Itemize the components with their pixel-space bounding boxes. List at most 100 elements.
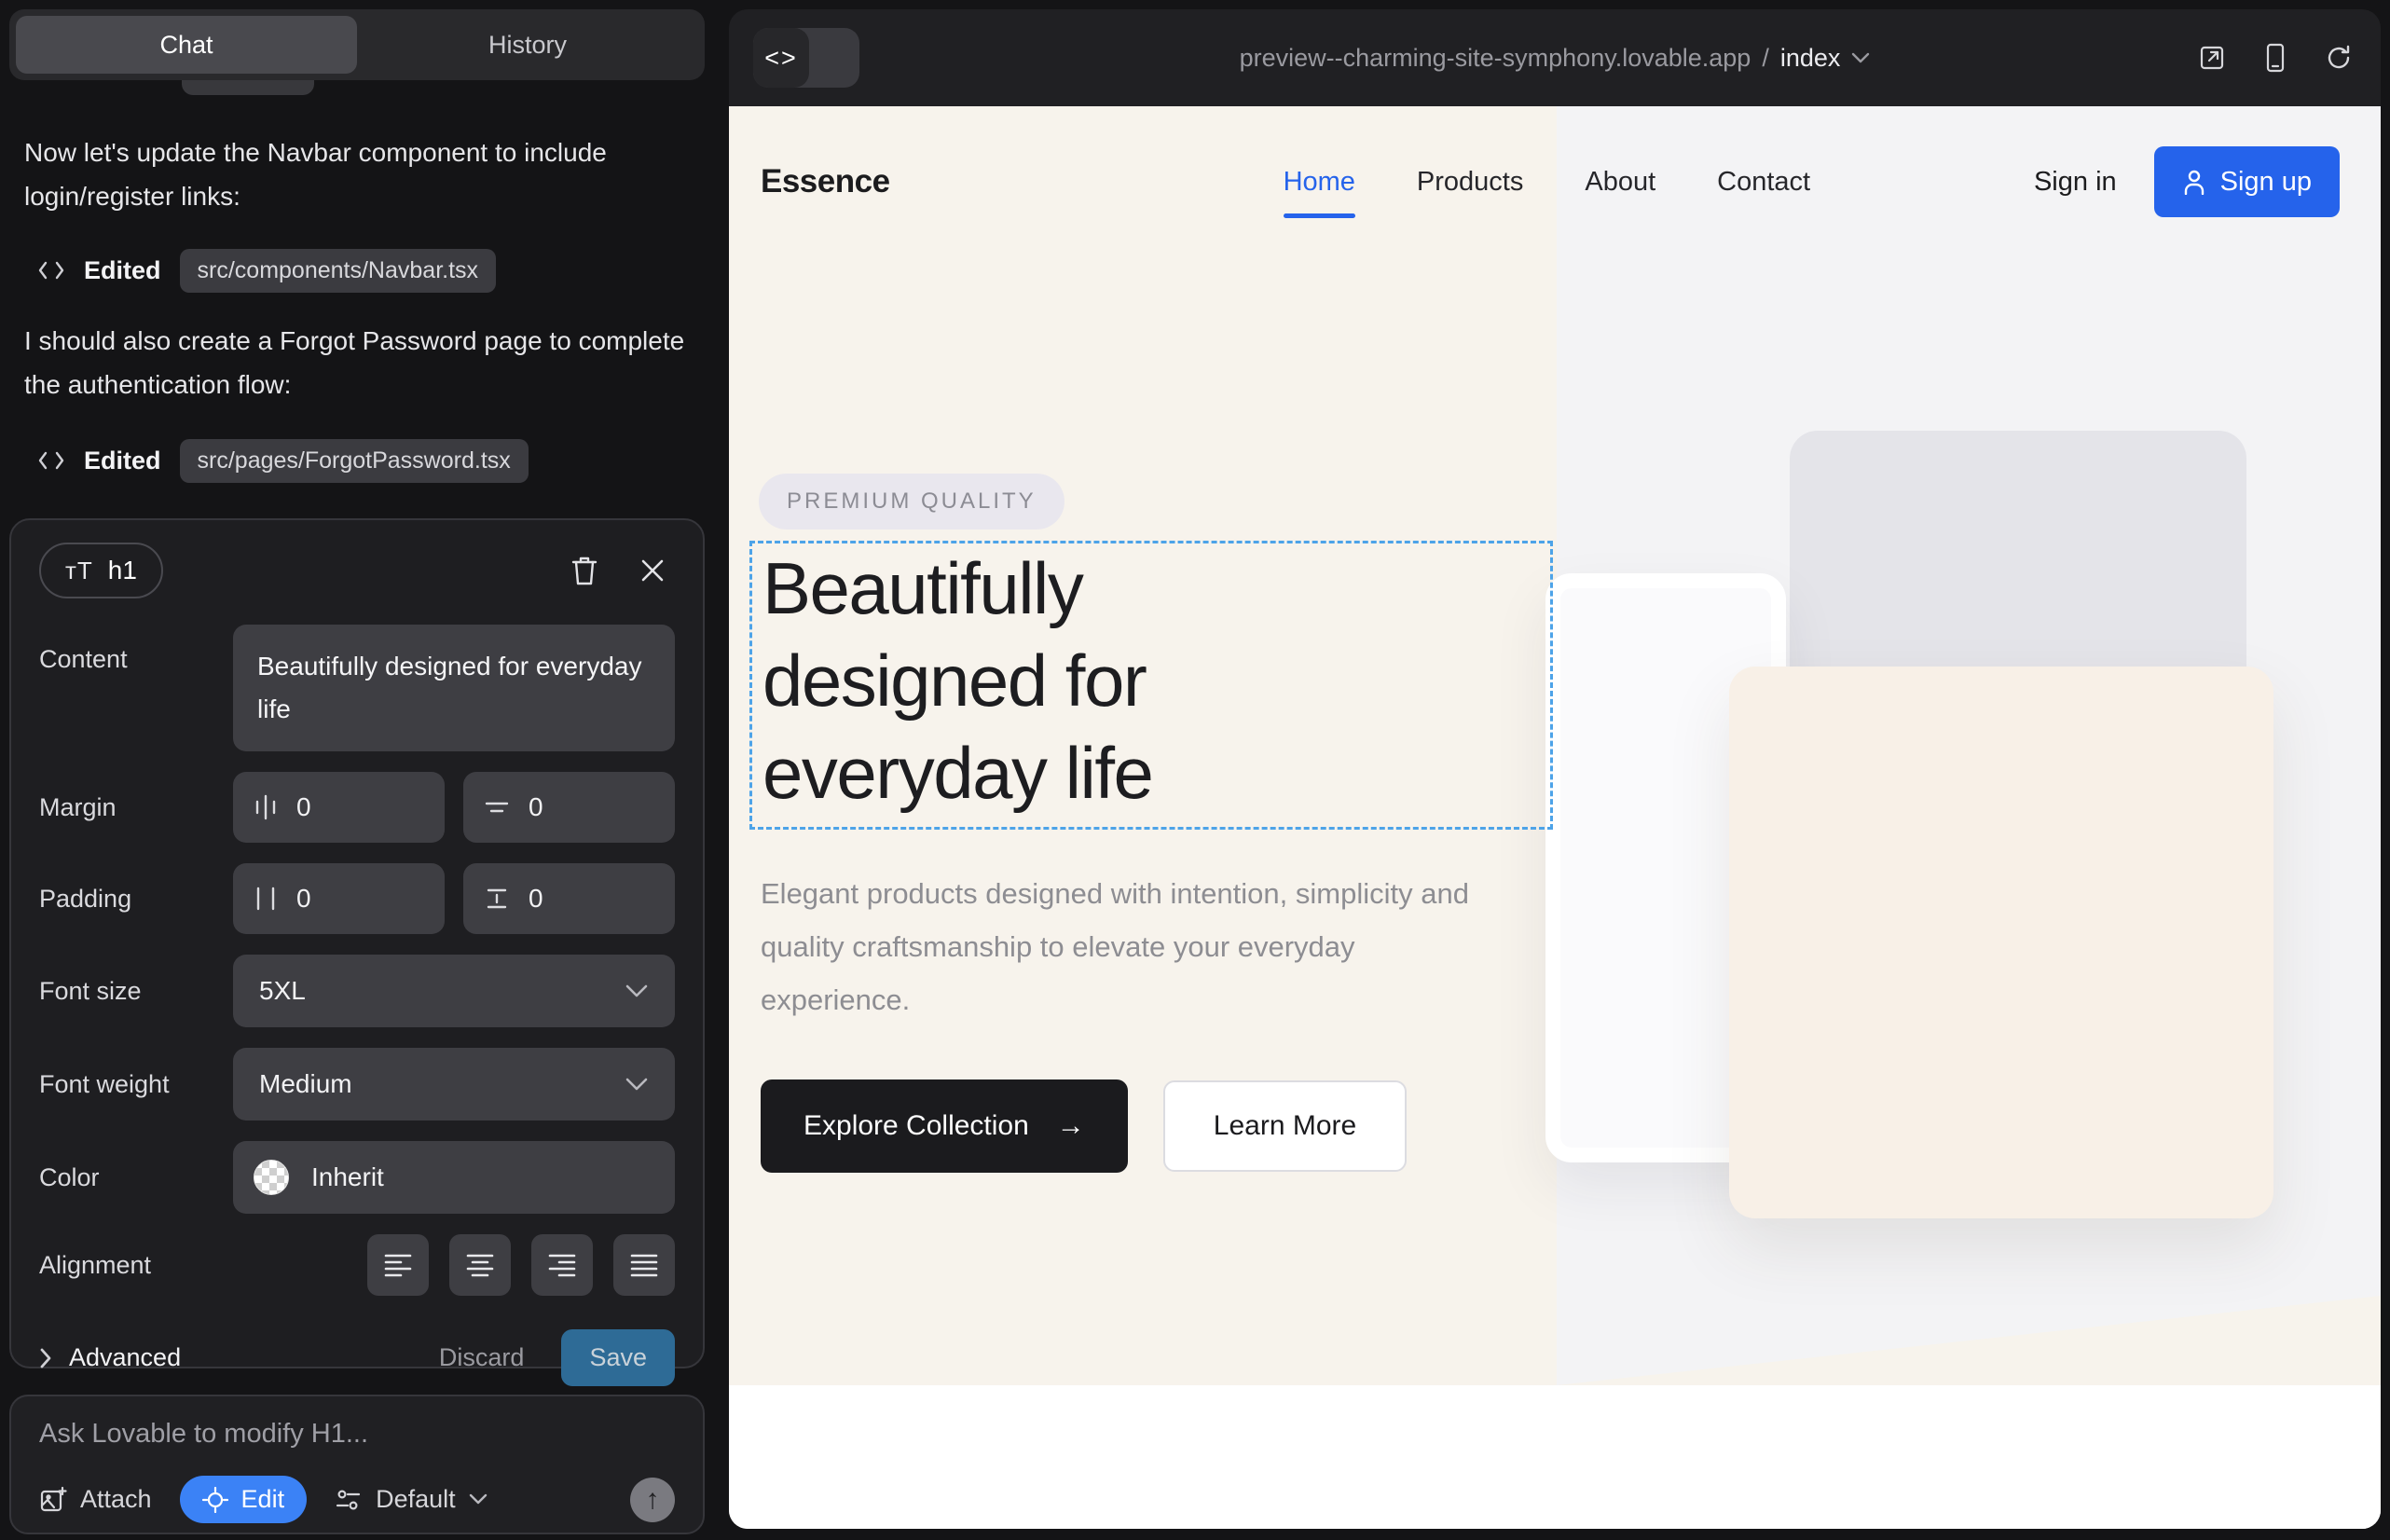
attach-label: Attach	[80, 1485, 152, 1514]
close-editor-button[interactable]	[639, 557, 666, 584]
margin-horizontal-input[interactable]: 0	[233, 772, 445, 843]
chevron-down-icon	[625, 983, 649, 998]
attach-button[interactable]: Attach	[39, 1485, 152, 1514]
padding-field-label: Padding	[39, 885, 233, 914]
hero-description: Elegant products designed with intention…	[761, 867, 1506, 1026]
attach-image-icon	[39, 1486, 67, 1514]
preview-url-page[interactable]: index	[1780, 44, 1841, 73]
content-field-label: Content	[39, 625, 233, 674]
send-arrow-icon: ↑	[646, 1484, 660, 1516]
mobile-view-icon[interactable]	[2265, 43, 2286, 73]
padding-vertical-value: 0	[529, 884, 543, 914]
edit-target-icon	[202, 1487, 228, 1513]
model-default-dropdown[interactable]: Default	[335, 1485, 488, 1514]
padding-horizontal-icon	[254, 886, 278, 912]
margin-field-label: Margin	[39, 793, 233, 822]
edited-label: Edited	[84, 256, 161, 285]
code-icon	[37, 258, 65, 282]
content-input[interactable]: Beautifully designed for everyday life	[233, 625, 675, 751]
chat-history-tabbar: Chat History	[9, 9, 705, 80]
chevron-down-icon	[625, 1077, 649, 1092]
file-edit-row[interactable]: Edited src/pages/ForgotPassword.tsx	[37, 434, 529, 487]
send-button[interactable]: ↑	[630, 1478, 675, 1522]
edited-file-badge[interactable]: src/components/Navbar.tsx	[180, 249, 497, 293]
rendered-site: Essence Home Products About Contact Sign…	[729, 106, 2381, 1529]
chat-message: Now let's update the Navbar component to…	[24, 131, 688, 218]
file-edit-row[interactable]: Edited src/components/Navbar.tsx	[37, 244, 496, 296]
padding-vertical-icon	[484, 887, 510, 911]
align-right-button[interactable]	[531, 1234, 593, 1296]
edited-file-badge[interactable]: src/pages/ForgotPassword.tsx	[180, 439, 529, 483]
code-icon	[37, 448, 65, 473]
sliders-icon	[335, 1487, 363, 1513]
padding-vertical-input[interactable]: 0	[463, 863, 675, 934]
save-button[interactable]: Save	[561, 1329, 675, 1386]
prompt-composer: Ask Lovable to modify H1... Attach	[9, 1395, 705, 1534]
hero-heading[interactable]: Beautifully designed for everyday life	[762, 543, 1152, 819]
chevron-down-icon[interactable]	[1851, 52, 1870, 64]
padding-horizontal-input[interactable]: 0	[233, 863, 445, 934]
edit-mode-button[interactable]: Edit	[180, 1476, 308, 1523]
advanced-toggle[interactable]: Advanced	[39, 1343, 181, 1372]
model-default-label: Default	[376, 1485, 456, 1514]
sign-up-label: Sign up	[2220, 167, 2312, 198]
margin-horizontal-value: 0	[296, 792, 311, 822]
font-size-value: 5XL	[259, 976, 306, 1006]
tab-history[interactable]: History	[357, 16, 698, 74]
sign-up-button[interactable]: Sign up	[2154, 146, 2340, 217]
explore-collection-label: Explore Collection	[804, 1110, 1029, 1142]
next-section-background	[729, 1385, 2381, 1529]
align-left-button[interactable]	[367, 1234, 429, 1296]
color-field-label: Color	[39, 1163, 233, 1192]
chat-message: I should also create a Forgot Password p…	[24, 319, 688, 406]
delete-element-button[interactable]	[570, 555, 598, 586]
margin-vertical-icon	[484, 795, 510, 819]
margin-vertical-value: 0	[529, 792, 543, 822]
hero-heading-line: Beautifully	[762, 543, 1152, 635]
chevron-right-icon	[39, 1347, 52, 1369]
margin-vertical-input[interactable]: 0	[463, 772, 675, 843]
hero-badge: PREMIUM QUALITY	[759, 474, 1065, 529]
prompt-input[interactable]: Ask Lovable to modify H1...	[39, 1419, 675, 1450]
font-size-select[interactable]: 5XL	[233, 955, 675, 1027]
sign-in-link[interactable]: Sign in	[2034, 167, 2117, 198]
align-center-button[interactable]	[449, 1234, 511, 1296]
padding-horizontal-value: 0	[296, 884, 311, 914]
hero-heading-line: everyday life	[762, 727, 1152, 819]
nav-link-about[interactable]: About	[1585, 167, 1655, 198]
code-view-toggle[interactable]: <>	[753, 28, 859, 88]
arrow-right-icon: →	[1057, 1110, 1085, 1142]
explore-collection-button[interactable]: Explore Collection →	[761, 1079, 1128, 1173]
element-editor-panel: тT h1 Content Beautifully designe	[9, 518, 705, 1368]
alignment-field-label: Alignment	[39, 1251, 233, 1280]
site-preview-window: <> preview--charming-site-symphony.lovab…	[729, 9, 2381, 1529]
decor-card-cream	[1729, 667, 2273, 1218]
chevron-down-icon	[469, 1493, 488, 1506]
user-icon	[2182, 169, 2206, 195]
transparent-swatch-icon	[254, 1160, 289, 1195]
site-navbar: Essence Home Products About Contact Sign…	[761, 142, 2340, 222]
open-external-icon[interactable]	[2198, 44, 2226, 72]
nav-link-home[interactable]: Home	[1284, 167, 1355, 198]
refresh-icon[interactable]	[2325, 44, 2353, 72]
preview-url-separator: /	[1762, 44, 1769, 73]
color-value: Inherit	[311, 1162, 384, 1192]
selected-element-pill: тT h1	[39, 543, 163, 598]
discard-button[interactable]: Discard	[439, 1343, 525, 1372]
tab-chat[interactable]: Chat	[16, 16, 357, 74]
learn-more-button[interactable]: Learn More	[1163, 1080, 1407, 1172]
font-weight-select[interactable]: Medium	[233, 1048, 675, 1121]
preview-url-host: preview--charming-site-symphony.lovable.…	[1240, 44, 1751, 73]
margin-horizontal-icon	[254, 794, 278, 820]
align-justify-button[interactable]	[613, 1234, 675, 1296]
code-icon[interactable]: <>	[753, 28, 809, 88]
preview-url-bar: preview--charming-site-symphony.lovable.…	[729, 44, 2381, 73]
site-brand[interactable]: Essence	[761, 163, 890, 200]
nav-link-products[interactable]: Products	[1417, 167, 1523, 198]
learn-more-label: Learn More	[1214, 1110, 1356, 1142]
font-size-field-label: Font size	[39, 977, 233, 1006]
element-tag-label: h1	[108, 556, 137, 585]
nav-link-contact[interactable]: Contact	[1717, 167, 1810, 198]
edited-label: Edited	[84, 447, 161, 475]
color-select[interactable]: Inherit	[233, 1141, 675, 1214]
